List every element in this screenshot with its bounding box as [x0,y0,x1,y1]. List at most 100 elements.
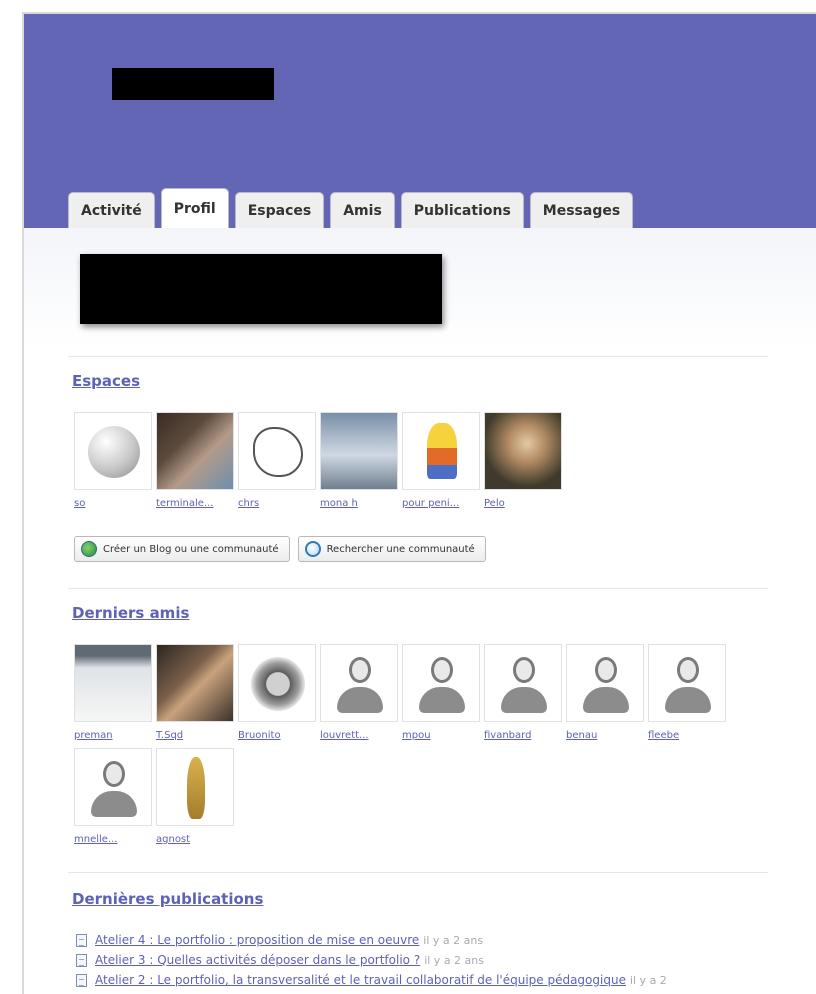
create-community-label: Créer un Blog ou une communauté [103,543,279,555]
cartoon-thumbnail [427,423,457,479]
default-avatar-icon [513,657,535,683]
amis-grid: preman T.Sqd Bruonito louvrett... mpou f… [74,644,774,848]
redacted-profile-name [80,254,442,324]
friend-item[interactable]: agnost [156,748,234,848]
create-community-button[interactable]: Créer un Blog ou une communauté [74,536,290,562]
friend-label[interactable]: preman [74,730,152,744]
friend-label[interactable]: fivanbard [484,730,562,744]
espace-thumbnail[interactable] [156,412,234,490]
photo-thumbnail [187,757,205,819]
tab-profil[interactable]: Profil [160,188,229,228]
photo-thumbnail [75,645,151,721]
friend-avatar[interactable] [320,644,398,722]
friend-item[interactable]: mnelle... [74,748,152,848]
publication-link[interactable]: Atelier 2 : Le portfolio, la transversal… [95,973,626,987]
search-icon [304,541,321,557]
espace-label[interactable]: so [74,498,152,512]
espace-label[interactable]: chrs [238,498,316,512]
friend-avatar[interactable] [484,644,562,722]
publication-date: il y a 2 ans [423,933,484,947]
friend-label[interactable]: fleebe [648,730,726,744]
friend-item[interactable]: Bruonito [238,644,316,744]
friend-label[interactable]: mnelle... [74,834,152,848]
friend-avatar[interactable] [74,748,152,826]
globe-icon [88,426,140,478]
document-icon [76,973,87,987]
friend-avatar[interactable] [566,644,644,722]
profile-content: Espaces so terminale... chrs mona h pour… [24,228,816,994]
default-avatar-body [583,687,629,713]
default-avatar-icon [595,657,617,683]
friend-item[interactable]: mpou [402,644,480,744]
friend-label[interactable]: Bruonito [238,730,316,744]
profile-tabs: Activité Profil Espaces Amis Publication… [68,188,634,228]
publication-item: Atelier 3 : Quelles activités déposer da… [76,950,816,970]
friend-avatar[interactable] [74,644,152,722]
default-avatar-body [501,687,547,713]
espace-item[interactable]: chrs [238,412,316,512]
publication-link[interactable]: Atelier 4 : Le portfolio : proposition d… [95,933,419,947]
friend-avatar[interactable] [156,644,234,722]
amis-section-title[interactable]: Derniers amis [72,604,189,622]
publication-link[interactable]: Atelier 3 : Quelles activités déposer da… [95,953,420,967]
espaces-actions: Créer un Blog ou une communauté Recherch… [74,536,486,562]
tab-messages[interactable]: Messages [529,192,634,228]
page-frame: Activité Profil Espaces Amis Publication… [22,12,816,994]
tab-activite[interactable]: Activité [68,192,155,228]
search-community-label: Rechercher une communauté [326,543,475,555]
espace-item[interactable]: so [74,412,152,512]
friend-label[interactable]: louvrett... [320,730,398,744]
divider [68,356,768,357]
friend-avatar[interactable] [648,644,726,722]
redacted-site-title [112,68,274,100]
espace-item[interactable]: terminale... [156,412,234,512]
publications-list: Atelier 4 : Le portfolio : proposition d… [76,930,816,990]
espace-item[interactable]: Pelo [484,412,562,512]
friend-label[interactable]: mpou [402,730,480,744]
default-avatar-body [337,687,383,713]
espace-label[interactable]: pour peni... [402,498,480,512]
espace-thumbnail[interactable] [238,412,316,490]
friend-avatar[interactable] [402,644,480,722]
photo-thumbnail [157,413,233,489]
default-avatar-body [91,791,137,817]
espace-thumbnail[interactable] [320,412,398,490]
photo-thumbnail [251,657,305,711]
espaces-section-title[interactable]: Espaces [72,372,140,390]
default-avatar-icon [431,657,453,683]
espace-item[interactable]: mona h [320,412,398,512]
friend-label[interactable]: agnost [156,834,234,848]
friend-item[interactable]: louvrett... [320,644,398,744]
espace-thumbnail[interactable] [74,412,152,490]
friend-item[interactable]: benau [566,644,644,744]
default-avatar-body [665,687,711,713]
default-avatar-icon [349,657,371,683]
friend-item[interactable]: preman [74,644,152,744]
document-icon [76,953,87,967]
tab-amis[interactable]: Amis [330,192,395,228]
tab-espaces[interactable]: Espaces [234,192,325,228]
espace-label[interactable]: Pelo [484,498,562,512]
friend-avatar[interactable] [238,644,316,722]
publications-section-title[interactable]: Dernières publications [72,890,263,908]
espace-item[interactable]: pour peni... [402,412,480,512]
friend-avatar[interactable] [156,748,234,826]
friend-item[interactable]: fleebe [648,644,726,744]
search-community-button[interactable]: Rechercher une communauté [297,536,486,562]
friend-item[interactable]: fivanbard [484,644,562,744]
tab-publications[interactable]: Publications [400,192,524,228]
espace-label[interactable]: terminale... [156,498,234,512]
friend-label[interactable]: T.Sqd [156,730,234,744]
divider [68,588,768,589]
add-globe-icon [81,541,97,557]
espace-label[interactable]: mona h [320,498,398,512]
espace-thumbnail[interactable] [402,412,480,490]
espace-thumbnail[interactable] [484,412,562,490]
publication-item: Atelier 2 : Le portfolio, la transversal… [76,970,816,990]
friend-item[interactable]: T.Sqd [156,644,234,744]
espaces-grid: so terminale... chrs mona h pour peni...… [74,412,774,512]
photo-thumbnail [157,645,233,721]
friend-label[interactable]: benau [566,730,644,744]
default-avatar-icon [103,761,125,787]
photo-thumbnail [321,413,397,489]
